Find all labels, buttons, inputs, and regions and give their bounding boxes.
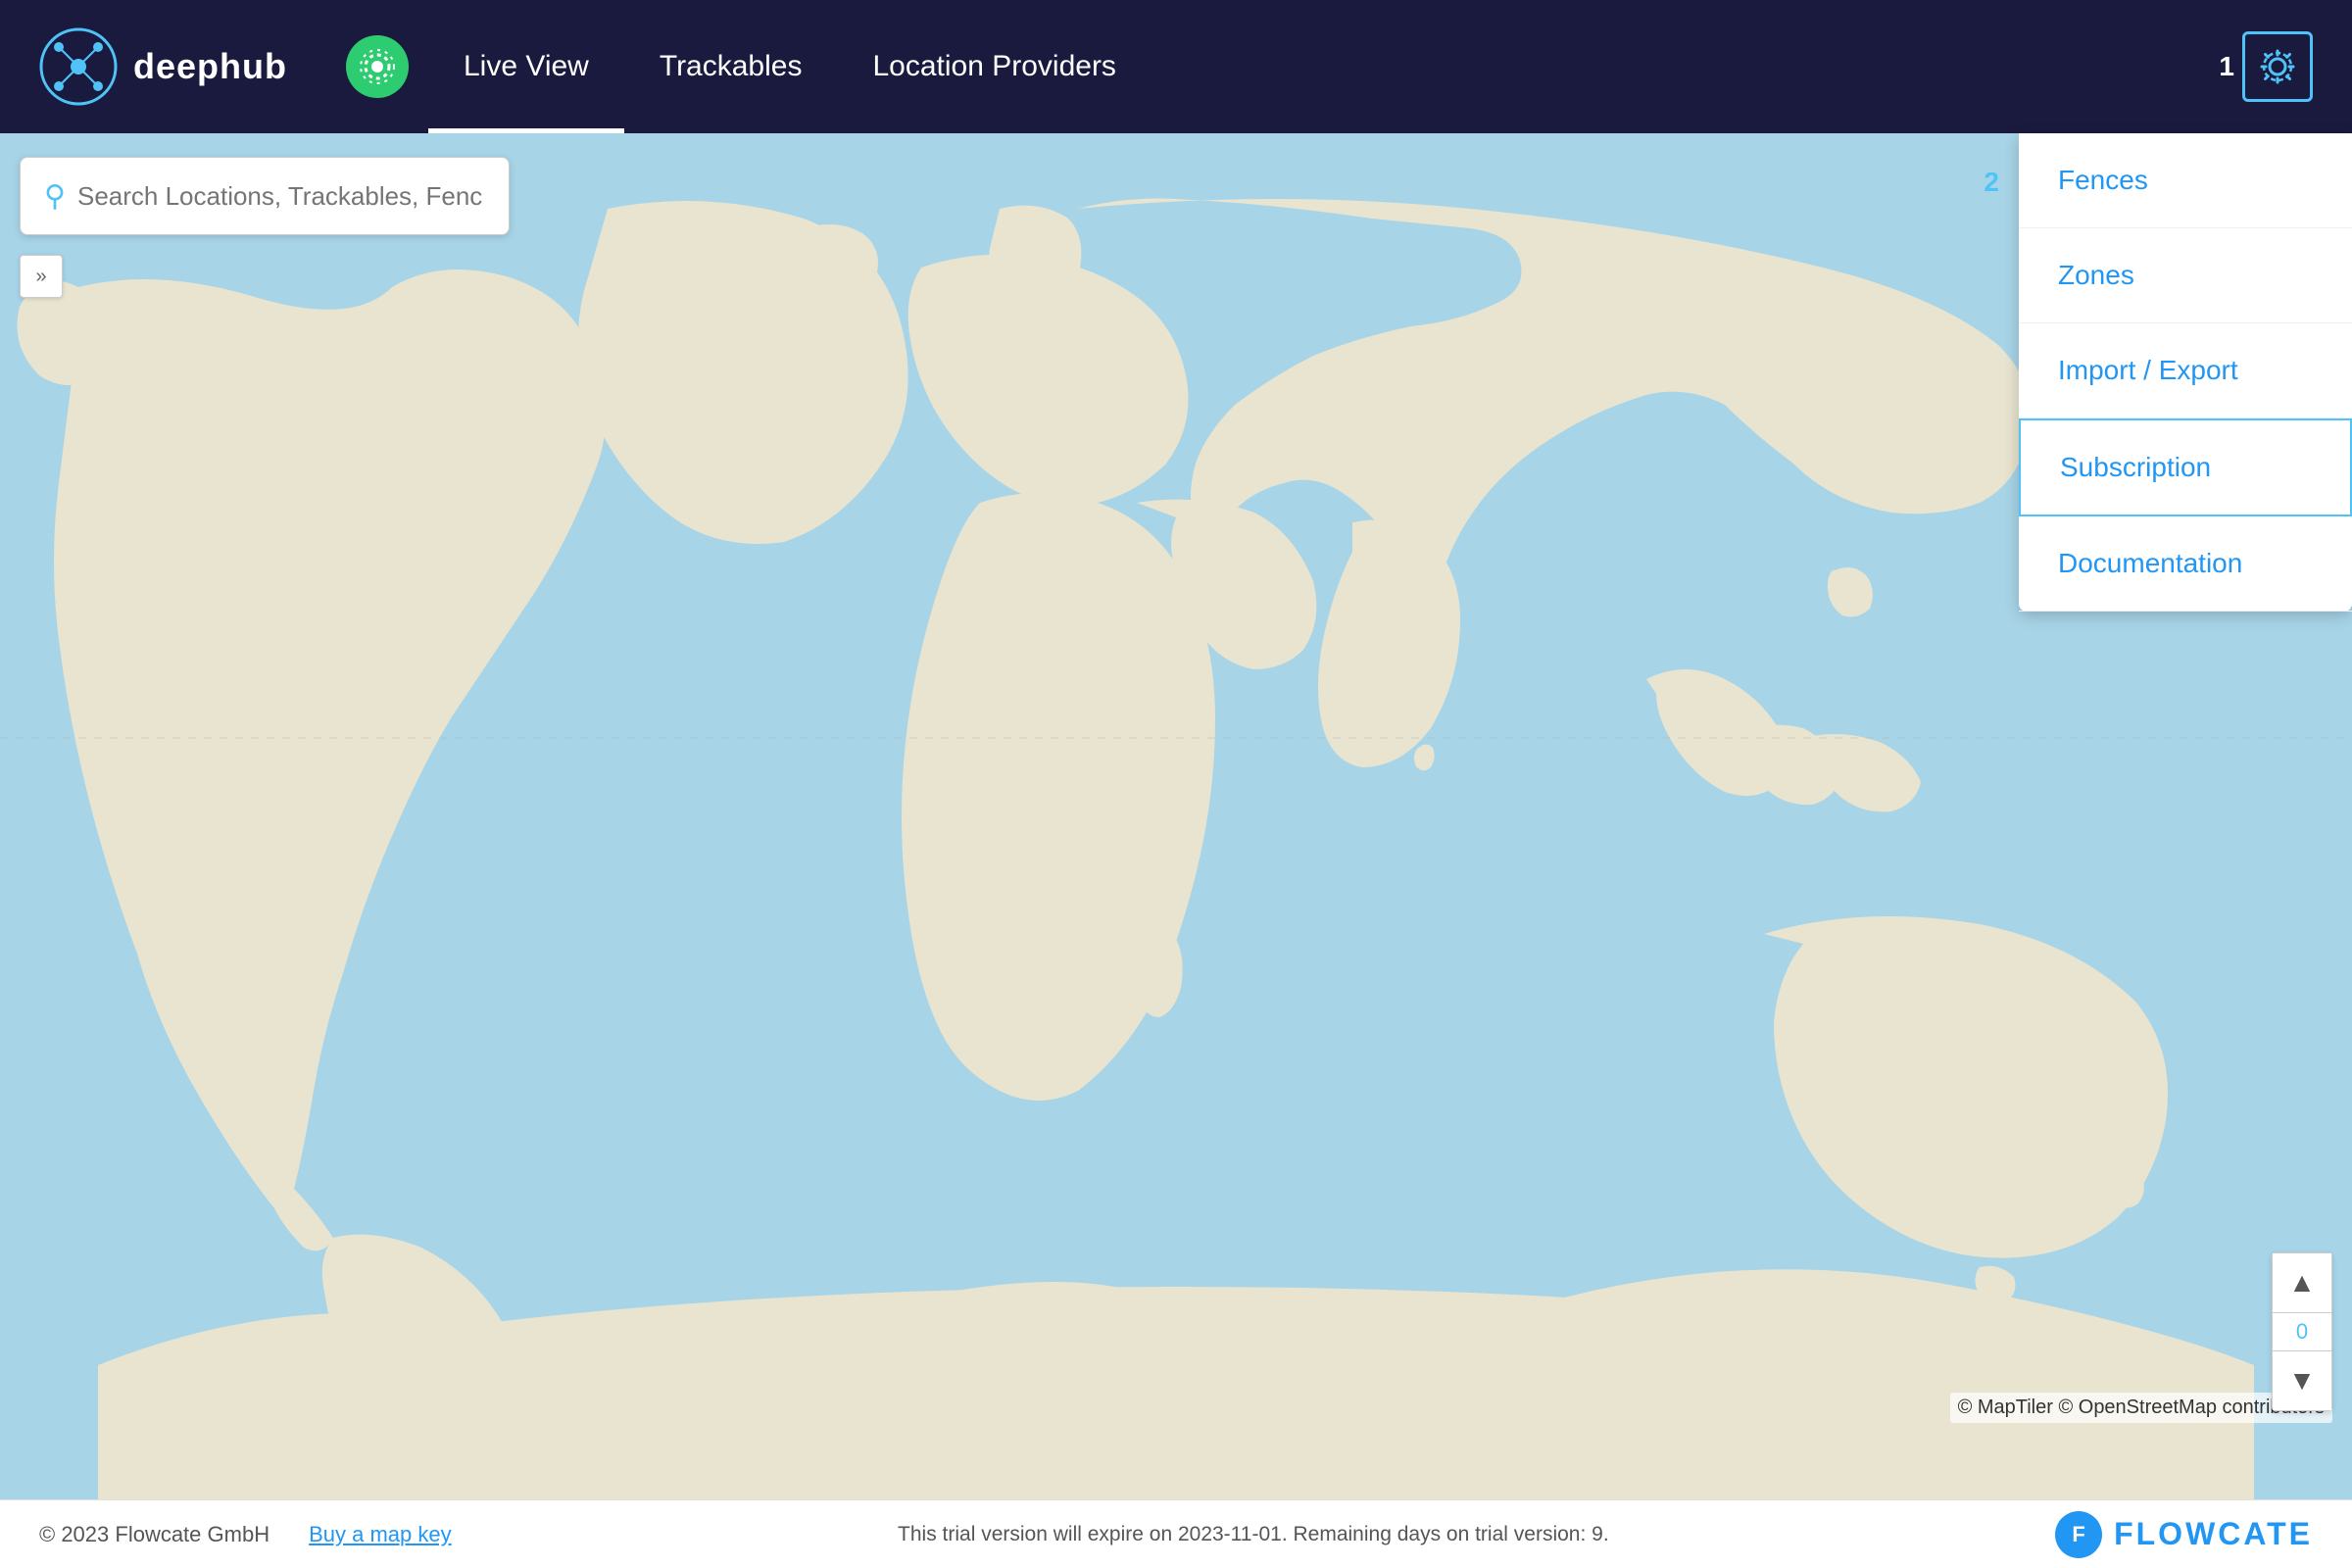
search-input[interactable] — [77, 181, 485, 212]
footer: © 2023 Flowcate GmbH Buy a map key This … — [0, 1499, 2352, 1568]
map-container[interactable]: © MapTiler © OpenStreetMap contributors — [0, 133, 2352, 1499]
world-map — [0, 133, 2352, 1499]
settings-dropdown-menu: Fences Zones Import / Export Subscriptio… — [2019, 133, 2352, 612]
zoom-controls: ▲ 0 ▼ — [2272, 1252, 2332, 1411]
dropdown-item-subscription[interactable]: Subscription — [2019, 418, 2352, 516]
footer-copyright: © 2023 Flowcate GmbH — [39, 1522, 270, 1547]
header: deephub Live View Trackables Location Pr… — [0, 0, 2352, 133]
dropdown-item-zones[interactable]: Zones — [2019, 228, 2352, 323]
flowcate-logo-icon: F — [2055, 1511, 2102, 1558]
search-icon: ⚲ — [44, 179, 66, 214]
deephub-logo-icon — [39, 27, 118, 106]
expand-sidebar-button[interactable]: » — [20, 255, 63, 298]
nav-trackables[interactable]: Trackables — [624, 0, 838, 133]
zoom-in-button[interactable]: ▲ — [2273, 1253, 2331, 1312]
header-badge: 1 — [2219, 51, 2234, 82]
dropdown-item-documentation[interactable]: Documentation — [2019, 516, 2352, 612]
buy-map-key-link[interactable]: Buy a map key — [309, 1522, 452, 1547]
footer-trial-text: This trial version will expire on 2023-1… — [452, 1523, 2055, 1546]
footer-brand: F FLOWCATE — [2055, 1511, 2313, 1558]
nav-live-view[interactable]: Live View — [428, 0, 624, 133]
nav-location-providers[interactable]: Location Providers — [837, 0, 1151, 133]
dropdown-item-fences[interactable]: Fences — [2019, 133, 2352, 228]
search-bar: ⚲ — [20, 157, 510, 235]
radio-wave-icon — [360, 49, 395, 84]
zoom-level: 0 — [2273, 1312, 2331, 1351]
footer-brand-label: FLOWCATE — [2114, 1516, 2313, 1552]
dropdown-badge: 2 — [1984, 167, 1999, 198]
zoom-out-button[interactable]: ▼ — [2273, 1351, 2331, 1410]
live-view-icon — [346, 35, 409, 98]
logo-text: deephub — [133, 46, 287, 87]
gear-icon — [2256, 45, 2299, 88]
dropdown-item-import-export[interactable]: Import / Export — [2019, 323, 2352, 418]
settings-gear-button[interactable] — [2242, 31, 2313, 102]
main-nav: Live View Trackables Location Providers — [346, 0, 1152, 133]
logo: deephub — [39, 27, 287, 106]
